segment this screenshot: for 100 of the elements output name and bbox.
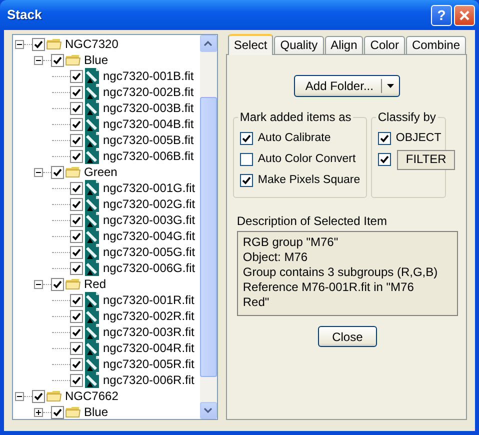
checkbox[interactable] [70,310,83,322]
tree-item[interactable]: ngc7320-004R.fit [13,340,200,356]
checkbox[interactable] [70,70,83,82]
check-icon [380,155,389,164]
checkbox[interactable] [70,294,83,306]
checkbox[interactable] [240,174,253,187]
tree-item[interactable]: ngc7320-002R.fit [13,308,200,324]
tree-item[interactable]: ngc7320-006G.fit [13,260,200,276]
checkbox[interactable] [70,246,83,258]
checkbox[interactable] [70,374,83,386]
checkbox[interactable] [32,390,45,402]
checkbox[interactable] [70,102,83,114]
checkbox[interactable] [70,86,83,98]
scroll-up-button[interactable] [200,35,217,52]
tab[interactable]: Color [364,36,405,54]
tree-item[interactable]: ngc7320-003G.fit [13,212,200,228]
description-box: RGB group "M76" Object: M76 Group contains 3 subgroups (R,G,B) Reference M76-001R.fit in "M76 Red" [236,231,458,316]
tree-item[interactable]: Green [13,164,200,180]
tree-item[interactable]: ngc7320-001R.fit [13,292,200,308]
checkbox[interactable] [51,406,64,418]
checkbox[interactable] [70,134,83,146]
checkbox[interactable] [70,230,83,242]
image-file-icon [84,84,100,100]
checkbox[interactable] [240,132,253,145]
checkbox[interactable] [70,198,83,210]
help-button[interactable]: ? [431,4,452,26]
checkbox-label[interactable]: Make Pixels Square [258,174,360,188]
close-button[interactable] [454,4,475,26]
image-file-icon [84,324,100,340]
scroll-thumb[interactable] [200,97,217,377]
checkbox[interactable] [70,150,83,162]
checkbox[interactable] [240,153,253,166]
checkbox-label[interactable]: Auto Calibrate [258,132,331,146]
checkbox[interactable] [51,54,64,66]
image-file-icon [84,116,100,132]
tree-item[interactable]: ngc7320-005G.fit [13,244,200,260]
checkbox[interactable] [378,132,391,145]
collapse-icon[interactable] [34,168,43,176]
check-icon [380,134,389,143]
checkbox[interactable] [70,214,83,226]
tree-item[interactable]: ngc7320-005R.fit [13,356,200,372]
add-folder-button[interactable]: Add Folder... [294,75,400,97]
check-icon [53,168,62,176]
expand-icon[interactable] [34,408,43,416]
tree-item[interactable]: ngc7320-001G.fit [13,180,200,196]
image-file-icon [84,132,100,148]
tree-item[interactable]: ngc7320-004B.fit [13,116,200,132]
caret-icon [387,84,394,88]
tree-item[interactable]: ngc7320-002B.fit [13,84,200,100]
tree-item[interactable]: Blue [13,52,200,68]
tree-item[interactable]: Blue [13,404,200,419]
checkbox[interactable] [51,166,64,178]
checkbox[interactable] [70,118,83,130]
tree-item[interactable]: NGC7662 [13,388,200,404]
tree-item[interactable]: ngc7320-002G.fit [13,196,200,212]
scrollbar[interactable] [200,35,217,419]
folder-icon [65,404,81,419]
window-title: Stack [6,7,43,23]
tab[interactable]: Quality [274,36,324,54]
check-icon [53,408,62,416]
checkbox[interactable] [70,262,83,274]
checkbox[interactable] [70,358,83,370]
tree-item[interactable]: Red [13,276,200,292]
tab[interactable]: Combine [406,36,466,54]
tab[interactable]: Align [324,36,364,54]
filter-button[interactable]: FILTER [396,150,456,170]
checkbox[interactable] [51,278,64,290]
checkbox[interactable] [32,38,45,50]
checkbox[interactable] [70,182,83,194]
collapse-icon[interactable] [34,56,43,64]
check-icon [242,176,251,185]
group-title: Mark added items as [238,110,354,124]
tree-item[interactable]: ngc7320-006B.fit [13,148,200,164]
scroll-down-button[interactable] [200,402,217,419]
tree-item[interactable]: ngc7320-001B.fit [13,68,200,84]
collapse-icon[interactable] [15,40,24,48]
tree-item[interactable]: ngc7320-004G.fit [13,228,200,244]
checkbox-label[interactable]: OBJECT [396,132,442,146]
image-file-icon [84,100,100,116]
image-file-icon [84,180,100,196]
close-dialog-button[interactable]: Close [318,326,377,348]
collapse-icon[interactable] [34,280,43,288]
image-file-icon [84,244,100,260]
check-icon [34,392,43,400]
checkbox[interactable] [70,342,83,354]
checkbox[interactable] [70,326,83,338]
image-file-icon [84,260,100,276]
checkbox-label[interactable]: Auto Color Convert [258,152,356,166]
folder-icon [65,52,81,68]
tree-item[interactable]: ngc7320-005B.fit [13,132,200,148]
tab[interactable]: Select [228,34,274,55]
folder-icon [46,36,62,52]
tree-item[interactable]: NGC7320 [13,36,200,52]
tree-item[interactable]: ngc7320-003B.fit [13,100,200,116]
collapse-icon[interactable] [15,392,24,400]
image-file-icon [84,372,100,388]
tree-item[interactable]: ngc7320-003R.fit [13,324,200,340]
checkbox[interactable] [378,153,391,166]
check-icon [34,40,43,48]
tree-item[interactable]: ngc7320-006R.fit [13,372,200,388]
